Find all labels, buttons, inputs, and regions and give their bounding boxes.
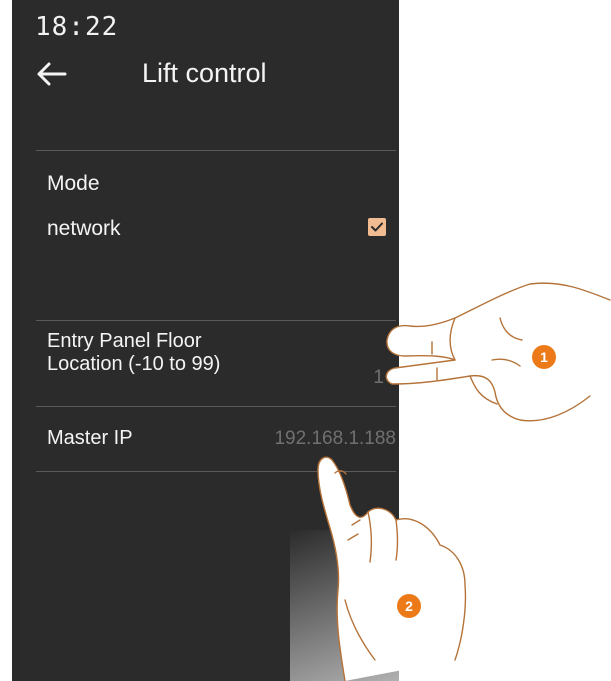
floor-location-label: Entry Panel Floor Location (-10 to 99) [47,330,220,376]
divider [36,471,396,472]
divider [36,320,396,321]
touch-glow [290,530,399,681]
mode-option-label: network [47,217,121,240]
checkmark-icon [371,222,383,232]
floor-location-value: 1 [373,367,384,388]
master-ip-value: 192.168.1.188 [274,428,396,449]
annotation-badge-1: 1 [532,345,556,369]
back-button[interactable] [30,54,72,94]
network-checkbox[interactable] [368,218,386,236]
master-ip-row[interactable]: Master IP 192.168.1.188 [36,407,396,469]
pointing-hand-1-icon [385,282,611,422]
mode-heading: Mode [47,172,100,195]
floor-location-row[interactable]: Entry Panel Floor Location (-10 to 99) 1 [36,322,396,406]
floor-location-label-text: Entry Panel Floor Location (-10 to 99) [47,330,221,375]
annotation-badge-2: 2 [397,594,421,618]
page-title: Lift control [142,58,267,88]
master-ip-label: Master IP [47,427,133,449]
illustration-stage: 18:22 Lift control Mode network Entry Pa… [0,0,611,681]
divider [36,150,396,151]
back-arrow-icon [37,62,67,86]
status-time: 18:22 [35,12,119,42]
